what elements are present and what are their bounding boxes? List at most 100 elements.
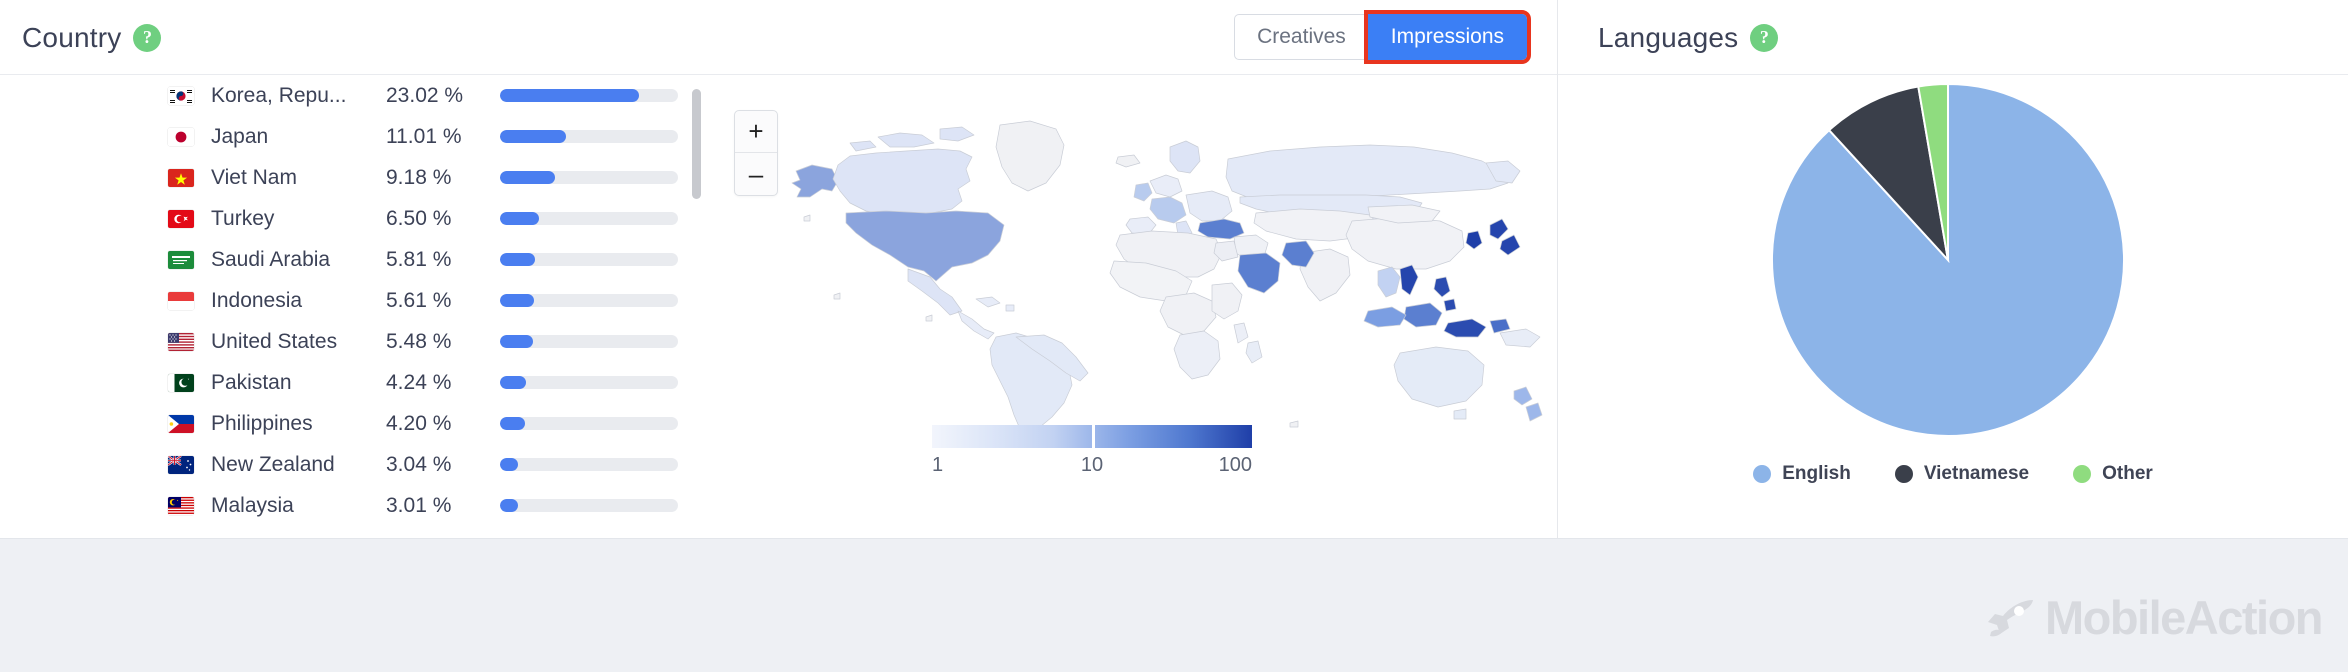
table-row[interactable]: Turkey 6.50 % [0, 198, 700, 239]
country-name: Malaysia [211, 493, 294, 517]
country-percent: 5.48 % [386, 329, 452, 353]
country-percent: 11.01 % [386, 124, 462, 148]
footer-divider [0, 538, 2348, 560]
panels-row: Country ? Creatives Impressions Korea, R… [0, 0, 2348, 538]
country-panel: Country ? Creatives Impressions Korea, R… [0, 0, 1558, 538]
map-legend-ticks: 1 10 100 [932, 454, 1252, 477]
flag-pk-icon [168, 373, 194, 392]
legend-tick-high: 100 [1218, 454, 1252, 476]
languages-panel-header: Languages ? [1558, 0, 2348, 75]
languages-title: Languages [1598, 21, 1739, 53]
progress-bar-fill [500, 335, 534, 348]
country-name: Korea, Repu... [211, 83, 347, 107]
progress-bar-fill [500, 499, 519, 512]
progress-bar-fill [500, 458, 519, 471]
pie-legend-item[interactable]: Vietnamese [1894, 463, 2030, 485]
country-percent: 9.18 % [386, 165, 452, 189]
country-percent: 4.20 % [386, 411, 452, 435]
legend-divider [1092, 425, 1095, 448]
progress-bar-fill [500, 253, 536, 266]
country-percent: 5.81 % [386, 247, 452, 271]
brand-logo: MobileAction [1985, 590, 2324, 645]
flag-id-icon [168, 291, 194, 310]
legend-tick-mid: 10 [1080, 454, 1104, 476]
flag-jp-icon [168, 127, 194, 146]
table-row[interactable]: Malaysia 3.01 % [0, 485, 700, 526]
flag-tr-icon [168, 209, 194, 228]
progress-bar-track [500, 89, 678, 102]
flag-my-icon [168, 496, 194, 515]
question-mark-icon[interactable]: ? [133, 23, 162, 52]
flag-kr-icon [168, 86, 194, 105]
zoom-in-button[interactable]: + [735, 111, 777, 153]
country-name: Japan [211, 124, 269, 148]
country-percent: 6.50 % [386, 206, 452, 230]
table-row[interactable]: Philippines 4.20 % [0, 403, 700, 444]
country-name: Saudi Arabia [211, 247, 331, 271]
progress-bar-track [500, 130, 678, 143]
table-row[interactable]: United States 5.48 % [0, 321, 700, 362]
progress-bar-fill [500, 376, 526, 389]
progress-bar-track [500, 376, 678, 389]
footer: MobileAction [0, 538, 2348, 672]
legend-label: Vietnamese [1923, 463, 2030, 484]
analytics-dashboard: Country ? Creatives Impressions Korea, R… [0, 0, 2348, 672]
country-panel-header: Country ? Creatives Impressions [0, 0, 1557, 75]
flag-vn-icon [168, 168, 194, 187]
question-mark-icon[interactable]: ? [1750, 23, 1779, 52]
tab-impressions[interactable]: Impressions [1363, 10, 1532, 64]
table-row[interactable]: Saudi Arabia 5.81 % [0, 239, 700, 280]
progress-bar-fill [500, 89, 639, 102]
country-list[interactable]: Korea, Repu... 23.02 % Japan 11.01 % Viet Na… [0, 75, 700, 538]
flag-nz-icon [168, 455, 194, 474]
country-percent: 4.24 % [386, 370, 452, 394]
progress-bar-fill [500, 130, 567, 143]
segmented-control: Creatives Impressions [1234, 10, 1532, 64]
progress-bar-track [500, 458, 678, 471]
metric-toggle: Creatives Impressions [1234, 10, 1532, 64]
legend-tick-low: 1 [932, 454, 944, 476]
progress-bar-fill [500, 212, 540, 225]
progress-bar-track [500, 294, 678, 307]
legend-color-dot [1753, 465, 1772, 483]
legend-label: English [1782, 463, 1851, 484]
zoom-out-button[interactable]: – [735, 153, 777, 195]
country-name: Viet Nam [211, 165, 297, 189]
progress-bar-track [500, 335, 678, 348]
country-name: United States [211, 329, 338, 353]
map-legend-gradient [932, 425, 1252, 448]
flag-sa-icon [168, 250, 194, 269]
world-map-region: + – 1 10 100 [700, 75, 1558, 538]
progress-bar-track [500, 253, 678, 266]
pie-legend: English Vietnamese Other [1558, 463, 2348, 485]
country-name: Indonesia [211, 288, 303, 312]
page-title: Country [22, 21, 122, 53]
table-row[interactable]: Viet Nam 9.18 % [0, 157, 700, 198]
legend-color-dot [2073, 465, 2092, 483]
legend-color-dot [1894, 465, 1913, 483]
progress-bar-track [500, 171, 678, 184]
tab-creatives[interactable]: Creatives [1234, 14, 1368, 60]
pie-legend-item[interactable]: Other [2073, 463, 2153, 485]
table-row[interactable]: Pakistan 4.24 % [0, 362, 700, 403]
map-color-legend: 1 10 100 [932, 425, 1252, 477]
progress-bar-track [500, 417, 678, 430]
country-name: New Zealand [211, 452, 335, 476]
languages-pie-region: English Vietnamese Other [1558, 75, 2348, 538]
progress-bar-track [500, 212, 678, 225]
world-choropleth-map[interactable] [700, 85, 1558, 435]
country-name: Philippines [211, 411, 313, 435]
progress-bar-fill [500, 171, 556, 184]
table-row[interactable]: Indonesia 5.61 % [0, 280, 700, 321]
languages-pie-chart[interactable] [1658, 70, 2238, 460]
country-percent: 3.01 % [386, 493, 452, 517]
languages-panel: Languages ? English Vietnamese Other [1558, 0, 2348, 538]
progress-bar-fill [500, 417, 526, 430]
table-row[interactable]: Korea, Repu... 23.02 % [0, 75, 700, 116]
country-name: Pakistan [211, 370, 292, 394]
table-row[interactable]: Japan 11.01 % [0, 116, 700, 157]
rocket-icon [1987, 599, 2033, 636]
legend-label: Other [2102, 463, 2153, 484]
pie-legend-item[interactable]: English [1753, 463, 1851, 485]
table-row[interactable]: New Zealand 3.04 % [0, 444, 700, 485]
